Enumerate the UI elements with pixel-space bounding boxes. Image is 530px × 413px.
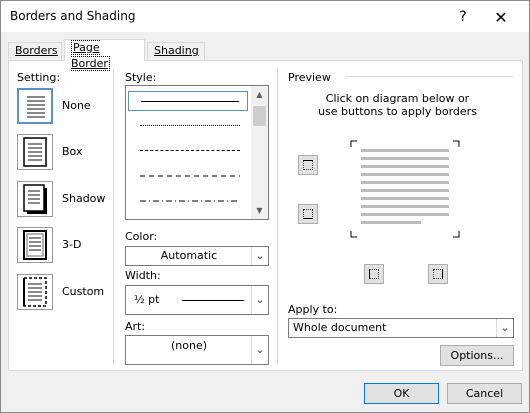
tab-shading[interactable]: Shading [147, 42, 205, 60]
setting-3d[interactable]: 3-D [17, 227, 117, 267]
style-option-dashed-small[interactable] [128, 141, 248, 161]
scroll-down-icon[interactable]: ▼ [251, 202, 268, 219]
style-option-dash-dot[interactable] [128, 191, 248, 211]
setting-none-icon [17, 88, 53, 124]
dialog-title: Borders and Shading [10, 9, 136, 23]
tab-borders-label: Borders [15, 44, 58, 57]
preview-instructions-2: use buttons to apply borders [318, 105, 477, 118]
apply-to-value: Whole document [293, 321, 387, 334]
setting-3d-label: 3-D [62, 238, 82, 251]
style-option-dotted[interactable] [128, 116, 248, 136]
color-dropdown[interactable]: Automatic ⌄ [125, 246, 269, 266]
setting-box[interactable]: Box [17, 134, 117, 174]
width-dropdown[interactable]: ½ pt ⌄ [125, 285, 269, 315]
setting-none-label: None [62, 99, 91, 112]
borders-and-shading-dialog: Borders and Shading ? ✕ Borders Page Bor… [0, 0, 530, 413]
bottom-border-button[interactable] [298, 204, 318, 224]
width-value: ½ pt [134, 293, 160, 306]
preview-instructions-1: Click on diagram below or [325, 92, 470, 105]
setting-shadow-label: Shadow [62, 192, 106, 205]
art-label: Art: [125, 320, 146, 333]
style-option-dashed[interactable] [128, 166, 248, 186]
setting-heading: Setting: [17, 71, 61, 84]
setting-custom-icon [17, 274, 53, 310]
style-scroll-thumb[interactable] [253, 106, 266, 126]
page-border-panel: Setting: None Box Shadow 3-D Custom Styl… [8, 60, 523, 371]
tab-borders[interactable]: Borders [8, 42, 62, 60]
art-value: (none) [170, 339, 208, 352]
apply-to-dropdown[interactable]: Whole document ⌄ [288, 318, 514, 338]
top-border-button[interactable] [298, 155, 318, 175]
setting-box-icon [17, 134, 53, 170]
help-button[interactable]: ? [443, 4, 483, 30]
left-border-button[interactable] [364, 264, 384, 284]
style-listbox[interactable]: ▲ ▼ [125, 85, 269, 220]
preview-heading: Preview [288, 71, 331, 84]
setting-none[interactable]: None [17, 88, 117, 128]
ok-button[interactable]: OK [364, 383, 439, 404]
options-button[interactable]: Options... [440, 345, 514, 366]
title-bar: Borders and Shading ? ✕ [1, 1, 529, 32]
preview-diagram[interactable] [349, 139, 461, 239]
art-dropdown[interactable]: (none) ⌄ [125, 335, 269, 365]
divider-setting-style [113, 69, 114, 364]
chevron-down-icon: ⌄ [496, 319, 513, 337]
chevron-down-icon: ⌄ [251, 286, 268, 314]
style-scrollbar[interactable]: ▲ ▼ [251, 86, 268, 219]
setting-custom-label: Custom [62, 285, 105, 298]
cancel-button[interactable]: Cancel [447, 383, 522, 404]
tab-shading-label: Shading [154, 44, 199, 57]
scroll-up-icon[interactable]: ▲ [251, 86, 268, 103]
setting-shadow-icon [17, 181, 53, 217]
width-label: Width: [125, 269, 161, 282]
apply-to-label: Apply to: [288, 303, 338, 316]
chevron-down-icon: ⌄ [251, 336, 268, 364]
color-value: Automatic [160, 249, 218, 262]
chevron-down-icon: ⌄ [251, 247, 268, 265]
divider-style-preview [277, 69, 278, 364]
tab-page-border-label: Page Border [71, 40, 110, 71]
setting-box-label: Box [62, 145, 83, 158]
color-label: Color: [125, 230, 158, 243]
width-line-sample [182, 300, 244, 301]
style-option-solid[interactable] [128, 91, 248, 111]
preview-separator [345, 76, 513, 77]
setting-shadow[interactable]: Shadow [17, 181, 117, 221]
right-border-button[interactable] [428, 264, 448, 284]
setting-3d-icon [17, 227, 53, 263]
close-button[interactable]: ✕ [481, 4, 521, 30]
style-heading: Style: [125, 71, 157, 84]
tab-page-border[interactable]: Page Border [64, 39, 145, 71]
setting-custom[interactable]: Custom [17, 274, 117, 314]
